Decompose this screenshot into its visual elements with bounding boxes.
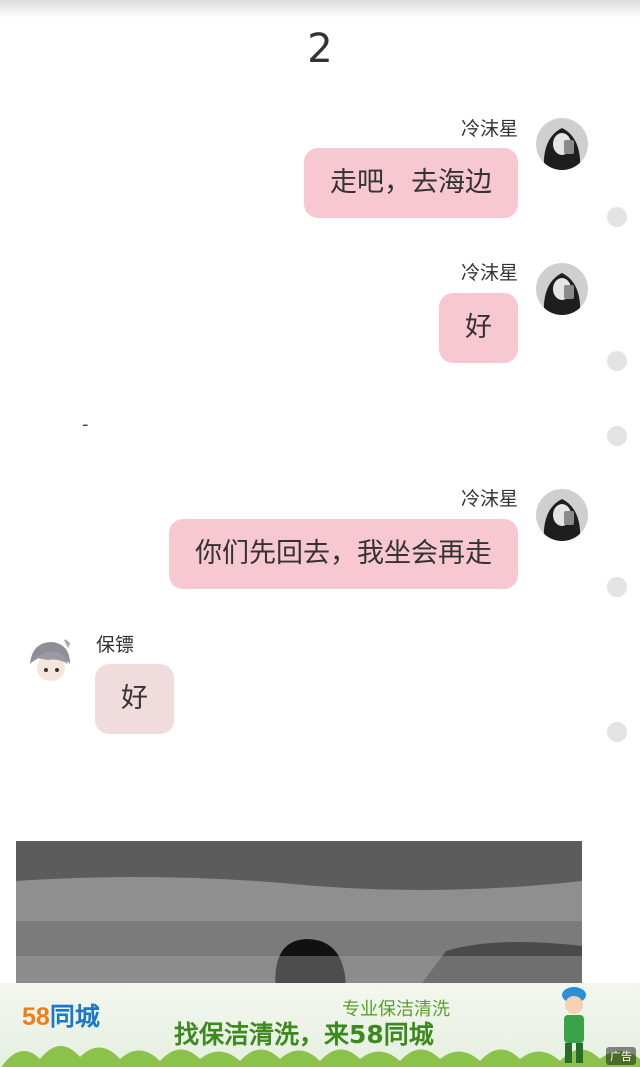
message-bubble[interactable]: 走吧，去海边	[304, 148, 518, 218]
top-shadow	[0, 0, 640, 18]
indicator-dot	[607, 722, 627, 742]
story-image[interactable]	[16, 841, 582, 991]
indicator-dot	[607, 207, 627, 227]
indicator-dot	[607, 426, 627, 446]
ad-headline: 找保洁清洗，来58同城	[174, 1020, 434, 1049]
indicator-dot	[607, 351, 627, 371]
sender-name: 冷沫星	[460, 488, 518, 510]
ad-banner[interactable]: 58同城 专业保洁清洗 找保洁清洗，来58同城 广告	[0, 983, 640, 1067]
message-bubble[interactable]: 好	[95, 664, 174, 734]
message-bubble[interactable]: 好	[439, 293, 518, 363]
sender-name: 冷沫星	[460, 118, 518, 140]
ad-mark[interactable]: 广告	[606, 1047, 636, 1065]
message-bubble[interactable]: 你们先回去，我坐会再走	[169, 519, 518, 589]
worker-figure	[562, 987, 586, 1063]
chapter-number: 2	[307, 26, 333, 72]
separator-text: -	[82, 414, 89, 435]
boy-avatar[interactable]	[24, 634, 76, 686]
sender-name: 冷沫星	[460, 262, 518, 284]
indicator-dot	[607, 577, 627, 597]
girl-avatar[interactable]	[536, 263, 588, 315]
girl-avatar[interactable]	[536, 118, 588, 170]
ad-logo: 58同城	[22, 1003, 100, 1031]
sender-name: 保镖	[96, 634, 135, 656]
girl-avatar[interactable]	[536, 489, 588, 541]
